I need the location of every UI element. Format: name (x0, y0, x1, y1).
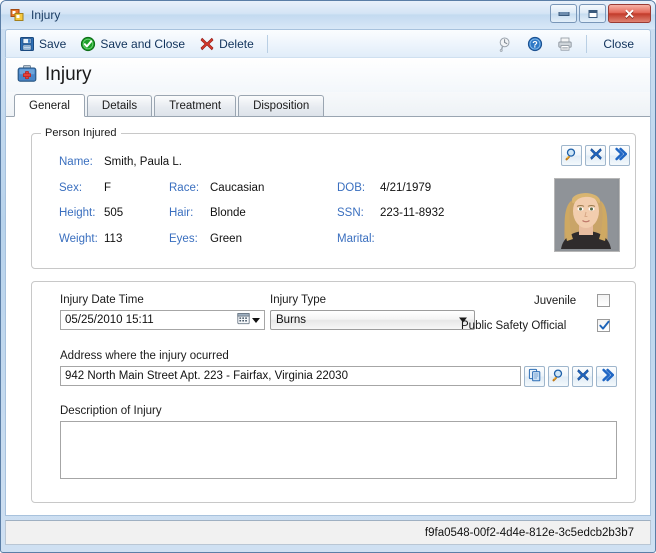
minimize-icon (558, 11, 569, 16)
description-of-injury-textarea[interactable] (60, 421, 617, 479)
go-chevron-icon (600, 368, 614, 385)
clock-history-icon (497, 36, 513, 52)
injury-type-select[interactable]: Burns (270, 310, 475, 330)
tab-panel-general: Person Injured Name: Smith, Paula L. Sex… (6, 117, 650, 515)
injury-type-value: Burns (276, 314, 307, 326)
person-search-button[interactable] (561, 145, 582, 166)
address-go-button[interactable] (596, 366, 617, 387)
person-clear-button[interactable] (585, 145, 606, 166)
address-clear-button[interactable] (572, 366, 593, 387)
race-label: Race: (169, 182, 200, 194)
marital-label: Marital: (337, 233, 375, 245)
address-value: 942 North Main Street Apt. 223 - Fairfax… (65, 370, 348, 382)
injury-date-time-input[interactable]: 05/25/2010 15:11 (60, 310, 265, 330)
maximize-icon (588, 9, 597, 18)
page-header: Injury (6, 58, 650, 92)
search-icon (565, 147, 579, 164)
close-icon: ✕ (624, 6, 635, 21)
delete-button[interactable]: Delete (192, 34, 261, 54)
save-label: Save (39, 36, 67, 51)
print-button[interactable] (550, 34, 580, 54)
injury-date-time-label: Injury Date Time (60, 294, 144, 306)
tab-general[interactable]: General (14, 94, 85, 117)
svg-text:?: ? (533, 39, 539, 49)
clear-x-icon (576, 368, 590, 385)
record-id: f9fa0548-00f2-4d4e-812e-3c5edcb2b3b7 (424, 526, 634, 539)
eyes-value: Green (210, 233, 242, 245)
checkmark-icon (599, 320, 610, 330)
form-icon (9, 7, 25, 23)
injury-window: Injury ✕ Save Save and Close Delete ? Cl… (0, 0, 656, 553)
sex-value: F (104, 182, 112, 194)
maximize-button[interactable] (579, 4, 606, 23)
weight-value: 113 (104, 233, 123, 245)
tab-treatment[interactable]: Treatment (154, 95, 237, 116)
toolbar: Save Save and Close Delete ? Close (5, 29, 651, 57)
address-search-button[interactable] (548, 366, 569, 387)
delete-label: Delete (219, 36, 254, 51)
address-label: Address where the injury ocurred (60, 350, 229, 362)
juvenile-checkbox[interactable] (597, 294, 610, 307)
weight-label: Weight: (59, 233, 98, 245)
juvenile-label: Juvenile (534, 295, 577, 307)
clear-x-icon (589, 147, 603, 164)
calendar-icon (236, 312, 250, 328)
height-value: 505 (104, 207, 124, 219)
window-title: Injury (31, 8, 61, 22)
close-button[interactable]: Close (593, 35, 644, 53)
title-bar: Injury ✕ (1, 1, 655, 29)
close-window-button[interactable]: ✕ (608, 4, 651, 23)
injury-date-time-value: 05/25/2010 15:11 (65, 314, 154, 326)
help-button[interactable]: ? (520, 34, 550, 54)
status-bar: f9fa0548-00f2-4d4e-812e-3c5edcb2b3b7 (5, 520, 651, 545)
person-injured-group-title: Person Injured (41, 127, 121, 139)
printer-icon (557, 36, 573, 52)
address-copy-button[interactable] (524, 366, 545, 387)
go-chevron-icon (613, 147, 627, 164)
description-of-injury-label: Description of Injury (60, 405, 162, 417)
tab-strip: General Details Treatment Disposition (6, 92, 650, 117)
injury-details-group: Injury Date Time 05/25/2010 15:11 Injury… (31, 281, 636, 503)
check-circle-icon (80, 36, 96, 52)
address-input[interactable]: 942 North Main Street Apt. 223 - Fairfax… (60, 366, 521, 386)
copy-icon (528, 368, 542, 385)
name-value: Smith, Paula L. (104, 156, 182, 168)
tab-details[interactable]: Details (86, 95, 153, 116)
height-label: Height: (59, 207, 96, 219)
search-icon (552, 368, 566, 385)
public-safety-official-checkbox[interactable] (597, 319, 610, 332)
tab-disposition[interactable]: Disposition (238, 95, 325, 116)
first-aid-kit-icon (16, 63, 38, 88)
name-label: Name: (59, 156, 93, 168)
toolbar-separator (266, 34, 268, 53)
save-and-close-button[interactable]: Save and Close (73, 34, 192, 54)
eyes-label: Eyes: (169, 233, 198, 245)
race-value: Caucasian (210, 182, 265, 194)
sex-label: Sex: (59, 182, 83, 194)
client-area: Injury General Details Treatment Disposi… (5, 57, 651, 516)
dob-label: DOB: (337, 182, 366, 194)
chevron-down-icon (251, 317, 260, 323)
public-safety-official-label: Public Safety Official (461, 320, 567, 332)
window-controls: ✕ (550, 4, 651, 23)
delete-x-icon (199, 36, 215, 52)
page-title: Injury (45, 64, 92, 85)
person-go-button[interactable] (609, 145, 630, 166)
save-button[interactable]: Save (12, 34, 73, 54)
person-photo (554, 178, 620, 252)
save-and-close-label: Save and Close (100, 36, 186, 51)
history-button[interactable] (490, 34, 520, 54)
help-icon: ? (527, 36, 543, 52)
date-picker-button[interactable] (233, 312, 263, 328)
save-disk-icon (19, 36, 35, 52)
person-injured-group: Person Injured Name: Smith, Paula L. Sex… (31, 127, 636, 269)
dob-value: 4/21/1979 (380, 182, 432, 194)
hair-label: Hair: (169, 207, 194, 219)
minimize-button[interactable] (550, 4, 577, 23)
ssn-label: SSN: (337, 207, 364, 219)
injury-type-label: Injury Type (270, 294, 327, 306)
toolbar-separator-2 (586, 34, 588, 53)
ssn-value: 223-11-8932 (380, 207, 445, 219)
hair-value: Blonde (210, 207, 246, 219)
